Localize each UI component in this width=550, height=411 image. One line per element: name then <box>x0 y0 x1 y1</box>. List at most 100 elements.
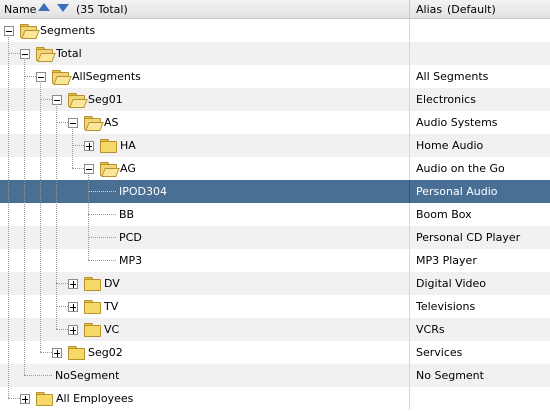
tree-row[interactable]: Segments <box>0 19 550 42</box>
tree-row[interactable]: NoSegment No Segment <box>0 364 550 387</box>
node-label[interactable]: HA <box>120 139 136 152</box>
column-header-bar: Name (35 Total) Alias (Default) <box>0 0 550 19</box>
tree-row[interactable]: Seg01 Electronics <box>0 88 550 111</box>
name-cell[interactable]: HA <box>0 134 410 157</box>
folder-icon <box>84 323 101 337</box>
name-cell[interactable]: Segments <box>0 19 410 42</box>
tree-row[interactable]: IPOD304 Personal Audio <box>0 180 550 203</box>
collapse-icon[interactable] <box>68 118 78 128</box>
tree-row[interactable]: AllSegments All Segments <box>0 65 550 88</box>
alias-cell[interactable]: Personal Audio <box>416 185 498 198</box>
folder-icon <box>100 139 117 153</box>
collapse-icon[interactable] <box>4 26 14 36</box>
node-label[interactable]: DV <box>104 277 120 290</box>
open-folder-icon <box>20 24 40 39</box>
alias-cell[interactable]: Boom Box <box>416 208 472 221</box>
name-header-label: Name <box>4 3 37 16</box>
tree-row[interactable]: All Employees <box>0 387 550 410</box>
open-folder-icon <box>52 70 72 85</box>
node-label[interactable]: AS <box>104 116 119 129</box>
open-folder-icon <box>36 47 56 62</box>
name-cell[interactable]: TV <box>0 295 410 318</box>
alias-cell[interactable]: Digital Video <box>416 277 486 290</box>
node-label[interactable]: Segments <box>40 24 95 37</box>
alias-cell[interactable]: Services <box>416 346 462 359</box>
node-label[interactable]: VC <box>104 323 119 336</box>
expand-icon[interactable] <box>84 141 94 151</box>
node-label[interactable]: AG <box>120 162 136 175</box>
sort-descending-icon[interactable] <box>57 4 69 12</box>
node-label[interactable]: MP3 <box>119 254 142 267</box>
name-cell[interactable]: Seg02 <box>0 341 410 364</box>
alias-cell[interactable]: Televisions <box>416 300 475 313</box>
collapse-icon[interactable] <box>36 72 46 82</box>
alias-cell[interactable]: All Segments <box>416 70 488 83</box>
expand-icon[interactable] <box>68 279 78 289</box>
name-column-header[interactable]: Name (35 Total) <box>0 0 410 18</box>
node-label[interactable]: IPOD304 <box>119 185 167 198</box>
alias-cell[interactable]: Audio Systems <box>416 116 498 129</box>
node-label[interactable]: NoSegment <box>55 369 119 382</box>
expand-icon[interactable] <box>68 302 78 312</box>
name-cell[interactable]: VC <box>0 318 410 341</box>
expand-icon[interactable] <box>20 394 30 404</box>
name-cell[interactable]: Seg01 <box>0 88 410 111</box>
alias-cell[interactable]: Audio on the Go <box>416 162 505 175</box>
expand-icon[interactable] <box>68 325 78 335</box>
collapse-icon[interactable] <box>84 164 94 174</box>
folder-icon <box>68 346 85 360</box>
name-cell[interactable]: DV <box>0 272 410 295</box>
node-label[interactable]: TV <box>104 300 118 313</box>
alias-cell[interactable]: VCRs <box>416 323 445 336</box>
name-cell[interactable]: AS <box>0 111 410 134</box>
alias-cell[interactable]: Home Audio <box>416 139 483 152</box>
tree-guide-line <box>40 81 41 352</box>
tree-row[interactable]: AG Audio on the Go <box>0 157 550 180</box>
name-cell[interactable]: All Employees <box>0 387 410 410</box>
name-cell[interactable]: IPOD304 <box>0 180 410 203</box>
node-label[interactable]: PCD <box>119 231 142 244</box>
tree-connector-line <box>88 237 116 238</box>
alias-cell[interactable]: Personal CD Player <box>416 231 520 244</box>
alias-cell[interactable]: Electronics <box>416 93 476 106</box>
node-label[interactable]: BB <box>119 208 134 221</box>
tree-row[interactable]: DV Digital Video <box>0 272 550 295</box>
tree-connector-line <box>88 214 116 215</box>
node-label[interactable]: Seg02 <box>88 346 123 359</box>
name-cell[interactable]: AG <box>0 157 410 180</box>
alias-column-header[interactable]: Alias (Default) <box>410 0 550 18</box>
node-label[interactable]: Seg01 <box>88 93 123 106</box>
name-cell[interactable]: Total <box>0 42 410 65</box>
tree-row[interactable]: TV Televisions <box>0 295 550 318</box>
tree-row[interactable]: MP3 MP3 Player <box>0 249 550 272</box>
node-label[interactable]: All Employees <box>56 392 133 405</box>
collapse-icon[interactable] <box>20 49 30 59</box>
tree-row[interactable]: Seg02 Services <box>0 341 550 364</box>
tree-guide-line <box>88 173 89 260</box>
tree-row[interactable]: HA Home Audio <box>0 134 550 157</box>
tree-row[interactable]: VC VCRs <box>0 318 550 341</box>
total-count-label: (35 Total) <box>76 3 128 16</box>
collapse-icon[interactable] <box>52 95 62 105</box>
tree-row[interactable]: AS Audio Systems <box>0 111 550 134</box>
name-cell[interactable]: NoSegment <box>0 364 410 387</box>
node-label[interactable]: Total <box>56 47 82 60</box>
sort-ascending-icon[interactable] <box>38 3 50 11</box>
alias-cell[interactable]: No Segment <box>416 369 484 382</box>
alias-cell[interactable]: MP3 Player <box>416 254 477 267</box>
name-cell[interactable]: AllSegments <box>0 65 410 88</box>
node-label[interactable]: AllSegments <box>72 70 141 83</box>
open-folder-icon <box>100 162 120 177</box>
tree-row[interactable]: Total <box>0 42 550 65</box>
folder-icon <box>36 392 53 406</box>
name-cell[interactable]: BB <box>0 203 410 226</box>
tree-row[interactable]: BB Boom Box <box>0 203 550 226</box>
alias-table-label: (Default) <box>447 3 496 16</box>
name-cell[interactable]: PCD <box>0 226 410 249</box>
open-folder-icon <box>84 116 104 131</box>
folder-icon <box>84 300 101 314</box>
name-cell[interactable]: MP3 <box>0 249 410 272</box>
expand-icon[interactable] <box>52 348 62 358</box>
tree-connector-line <box>88 191 116 192</box>
tree-row[interactable]: PCD Personal CD Player <box>0 226 550 249</box>
